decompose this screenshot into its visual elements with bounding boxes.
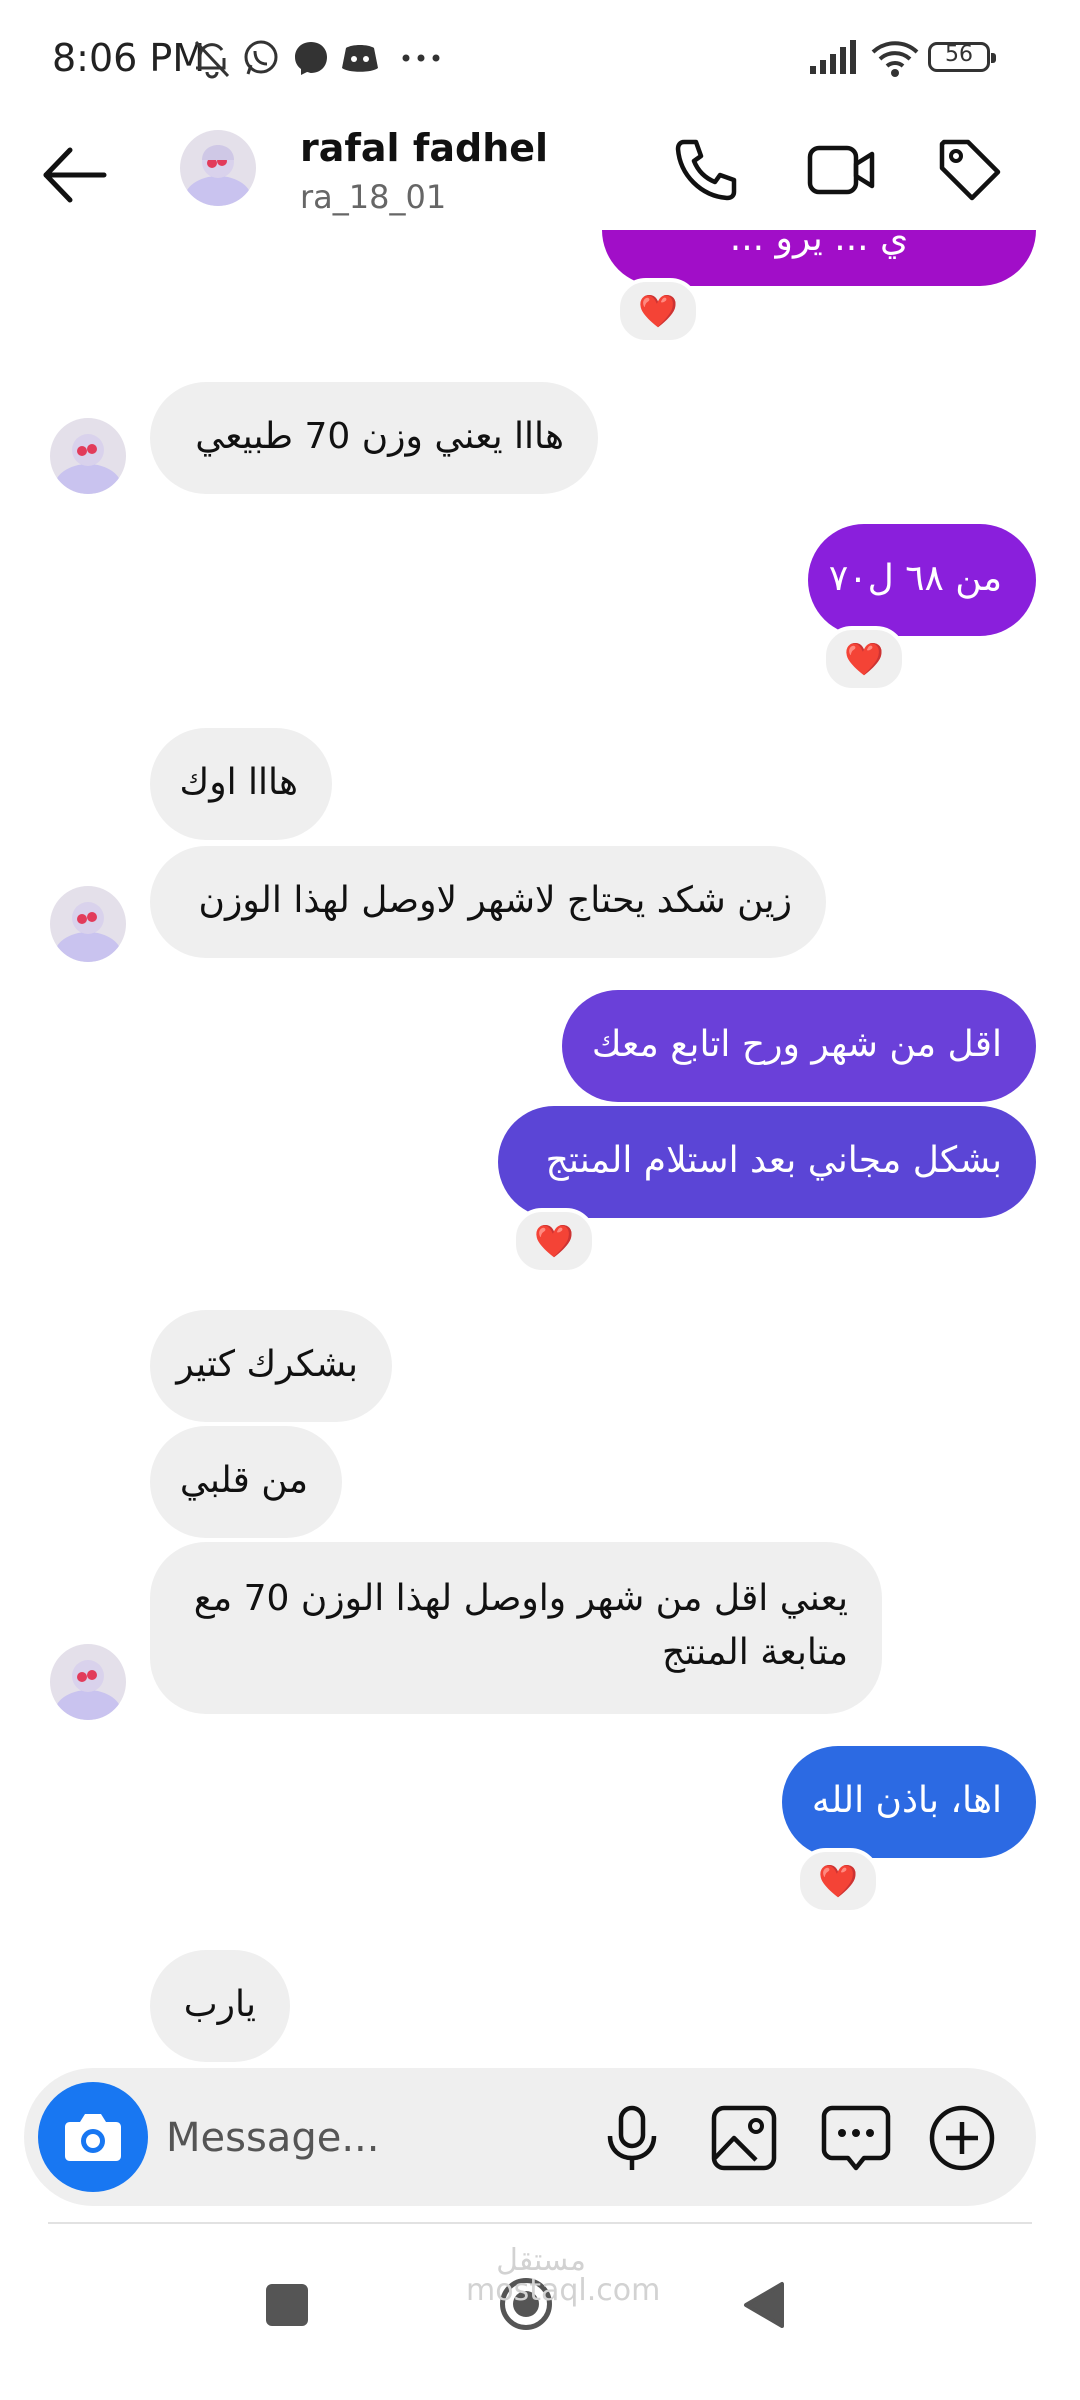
sender-avatar[interactable] (50, 886, 126, 962)
heart-reaction[interactable]: ❤️ (512, 1208, 596, 1274)
camera-icon (65, 2114, 121, 2161)
contact-handle: ra_18_01 (300, 178, 447, 216)
message-bubble-outgoing[interactable]: من ٦٨ ل٧٠ (808, 524, 1036, 636)
back-arrow-icon[interactable] (40, 140, 110, 210)
signal-icon (810, 40, 856, 74)
back-triangle-icon[interactable] (740, 2280, 786, 2330)
message-composer (24, 2068, 1036, 2206)
message-text: من ٦٨ ل٧٠ (828, 558, 1002, 599)
messenger-icon (295, 42, 327, 75)
discord-icon (342, 45, 378, 72)
watermark: مستقل mostaql.com (466, 2243, 661, 2308)
more-dots-icon (402, 54, 440, 62)
contact-avatar[interactable] (180, 130, 256, 206)
message-text: هااا يعني وزن 70 طبيعي (195, 416, 564, 457)
message-text: زين شكد يحتاج لاشهر لاوصل لهذا الوزن (198, 880, 793, 921)
message-bubble-incoming[interactable]: بشكرك كتير (150, 1310, 392, 1422)
message-bubble-incoming[interactable]: هااا اوك (150, 728, 332, 840)
heart-icon: ❤️ (638, 292, 678, 330)
recents-square-icon[interactable] (266, 2284, 308, 2326)
whatsapp-icon (244, 40, 278, 75)
wifi-icon (871, 41, 919, 77)
divider (48, 2222, 1032, 2224)
message-input[interactable] (164, 2102, 608, 2174)
heart-reaction[interactable]: ❤️ (616, 278, 700, 344)
phone-icon[interactable] (670, 134, 742, 206)
heart-reaction[interactable]: ❤️ (822, 626, 906, 692)
sender-avatar[interactable] (50, 1644, 126, 1720)
message-bubble-incoming[interactable]: هااا يعني وزن 70 طبيعي (150, 382, 598, 494)
gallery-icon[interactable] (706, 2100, 782, 2176)
contact-name[interactable]: rafal fadhel (300, 126, 548, 170)
message-bubble-incoming[interactable]: من قلبي (150, 1426, 342, 1538)
status-bar: 8:06 PM 56 (0, 0, 1080, 120)
bell-off-icon (194, 40, 230, 79)
message-bubble-outgoing[interactable]: اقل من شهر ورح اتابع معك (562, 990, 1036, 1102)
heart-reaction[interactable]: ❤️ (796, 1848, 880, 1914)
add-icon[interactable] (924, 2100, 1000, 2176)
heart-icon: ❤️ (534, 1222, 574, 1260)
message-bubble-incoming[interactable]: زين شكد يحتاج لاشهر لاوصل لهذا الوزن (150, 846, 826, 958)
battery-level: 56 (945, 42, 973, 67)
heart-icon: ❤️ (818, 1862, 858, 1900)
status-time: 8:06 PM (52, 36, 206, 80)
message-text: اها، باذن الله (811, 1780, 1002, 1821)
message-text: اقل من شهر ورح اتابع معك (591, 1024, 1002, 1065)
chat-header: rafal fadhel ra_18_01 (0, 120, 1080, 230)
camera-button[interactable] (38, 2082, 148, 2192)
heart-icon: ❤️ (844, 640, 884, 678)
sticker-chat-icon[interactable] (818, 2100, 894, 2176)
sender-avatar[interactable] (50, 418, 126, 494)
message-text: يارب (183, 1984, 256, 2025)
battery-icon: 56 (928, 42, 996, 72)
message-bubble-outgoing[interactable]: بشكل مجاني بعد استلام المنتج (498, 1106, 1036, 1218)
microphone-icon[interactable] (594, 2100, 670, 2176)
message-text: بشكرك كتير (176, 1344, 358, 1385)
message-text: هااا اوك (179, 762, 298, 803)
message-bubble-incoming[interactable]: يعني اقل من شهر واوصل لهذا الوزن 70 مع م… (150, 1542, 882, 1714)
message-bubble-incoming[interactable]: يارب (150, 1950, 290, 2062)
video-camera-icon[interactable] (806, 134, 878, 206)
message-text: ي ... يرو ... (729, 230, 909, 259)
tag-icon[interactable] (934, 134, 1006, 206)
message-bubble-outgoing[interactable]: اها، باذن الله (782, 1746, 1036, 1858)
message-text: بشكل مجاني بعد استلام المنتج (545, 1140, 1002, 1181)
message-text: يعني اقل من شهر واوصل لهذا الوزن 70 مع م… (193, 1578, 848, 1673)
message-text: من قلبي (179, 1460, 308, 1501)
message-list[interactable]: ي ... يرو ... ❤️ هااا يعني وزن 70 طبيعي … (0, 230, 1080, 2070)
